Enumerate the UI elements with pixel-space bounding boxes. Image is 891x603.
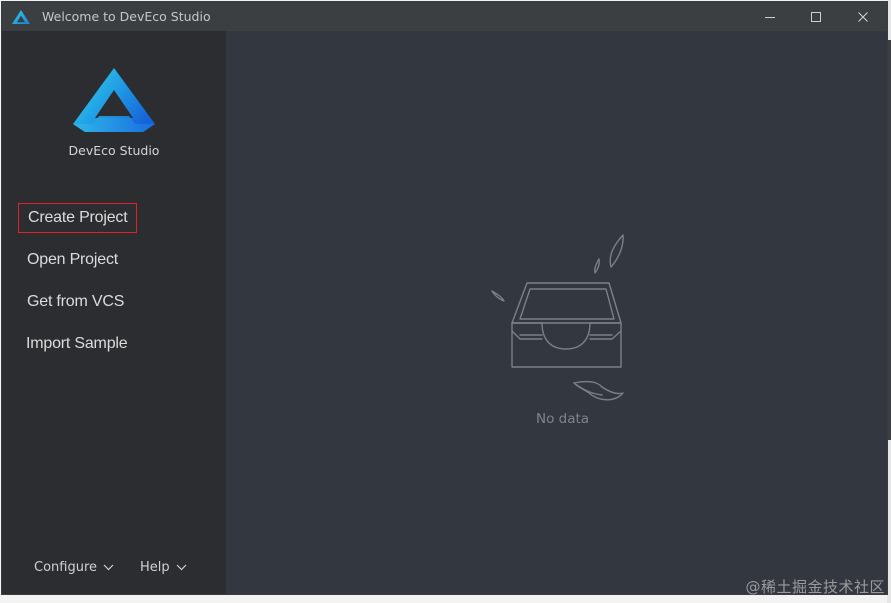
close-button[interactable] [840,2,886,31]
get-from-vcs-item[interactable]: Get from VCS [18,287,133,317]
watermark: @稀土掘金技术社区 [745,578,885,596]
empty-inbox-icon [491,234,624,401]
deveco-logo-icon [12,9,30,25]
maximize-icon [811,11,821,22]
configure-menu[interactable]: Configure [34,558,114,578]
configure-label: Configure [34,560,98,575]
background-window-edge-dark [887,40,891,440]
open-project-item[interactable]: Open Project [18,245,127,275]
close-icon [858,11,868,22]
logo-text: DevEco Studio [68,143,160,158]
window-title: Welcome to DevEco Studio [42,9,211,24]
maximize-button[interactable] [793,2,839,31]
help-label: Help [140,560,170,575]
chevron-down-icon [176,564,187,571]
welcome-window: Welcome to DevEco Studio DevEco Studio C… [2,2,887,594]
create-project-item[interactable]: Create Project [18,203,138,233]
main-content: No data [226,31,887,594]
deveco-logo [73,68,155,132]
import-sample-item[interactable]: Import Sample [17,329,136,359]
sidebar: DevEco Studio Create Project Open Projec… [2,31,226,594]
title-bar[interactable]: Welcome to DevEco Studio [2,2,887,31]
chevron-down-icon [103,564,114,571]
empty-state-text: No data [536,411,590,427]
minimize-button[interactable] [747,2,793,31]
minimize-icon [765,16,775,18]
help-menu[interactable]: Help [140,558,187,578]
